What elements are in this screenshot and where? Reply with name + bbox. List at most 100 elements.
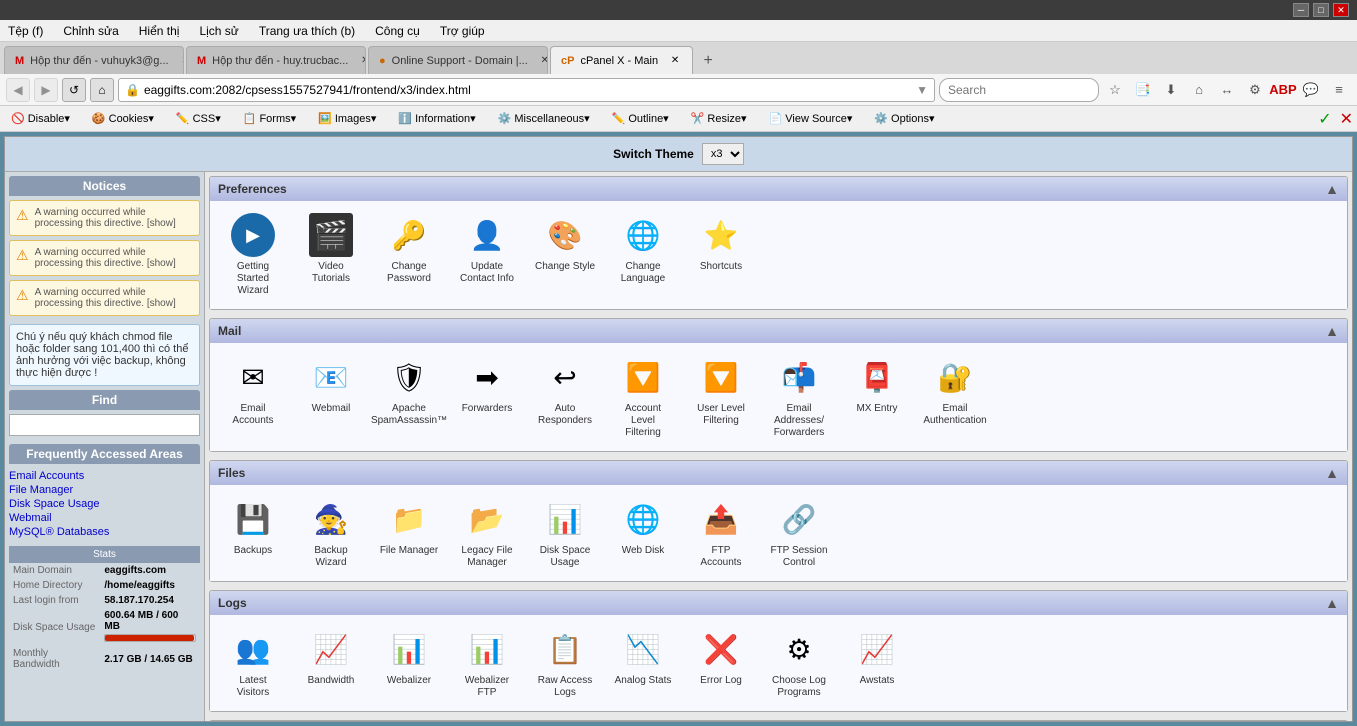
tab-gmail-2[interactable]: M Hộp thư đến - huy.trucbac... ✕ bbox=[186, 46, 366, 74]
menu-file[interactable]: Tệp (f) bbox=[4, 22, 47, 40]
extensions-icon[interactable]: ABP bbox=[1271, 78, 1295, 102]
item-change-language[interactable]: 🌐 Change Language bbox=[608, 209, 678, 301]
item-legacy-file-manager[interactable]: 📂 Legacy File Manager bbox=[452, 493, 522, 573]
tab-gmail-2-close[interactable]: ✕ bbox=[358, 54, 366, 68]
item-mx-entry[interactable]: 📮 MX Entry bbox=[842, 351, 912, 443]
logs-header[interactable]: Logs ▲ bbox=[210, 591, 1347, 615]
item-raw-access[interactable]: 📋 Raw Access Logs bbox=[530, 623, 600, 703]
item-email-accounts[interactable]: ✉ Email Accounts bbox=[218, 351, 288, 443]
theme-select[interactable]: x3 bbox=[702, 143, 744, 165]
dropdown-icon[interactable]: ▼ bbox=[916, 83, 928, 97]
item-forwarders[interactable]: ➡ Forwarders bbox=[452, 351, 522, 443]
home-icon[interactable]: ⌂ bbox=[1187, 78, 1211, 102]
preferences-header[interactable]: Preferences ▲ bbox=[210, 177, 1347, 201]
toolbar-options[interactable]: ⚙️ Options▾ bbox=[867, 109, 941, 128]
item-bandwidth[interactable]: 📈 Bandwidth bbox=[296, 623, 366, 703]
menu-bookmarks[interactable]: Trang ưa thích (b) bbox=[255, 22, 359, 40]
item-backup-wizard[interactable]: 🧙 Backup Wizard bbox=[296, 493, 366, 573]
tab-cpanel-close[interactable]: ✕ bbox=[668, 54, 682, 68]
close-button[interactable]: ✕ bbox=[1333, 3, 1349, 17]
item-error-log[interactable]: ❌ Error Log bbox=[686, 623, 756, 703]
preferences-collapse-icon[interactable]: ▲ bbox=[1325, 181, 1339, 197]
tab-online-support-close[interactable]: ✕ bbox=[538, 54, 548, 68]
item-webalizer[interactable]: 📊 Webalizer bbox=[374, 623, 444, 703]
item-ftp-session[interactable]: 🔗 FTP Session Control bbox=[764, 493, 834, 573]
maximize-button[interactable]: □ bbox=[1313, 3, 1329, 17]
toolbar-misc[interactable]: ⚙️ Miscellaneous▾ bbox=[491, 109, 597, 128]
item-video-tutorials[interactable]: 🎬 Video Tutorials bbox=[296, 209, 366, 301]
options-icon: ⚙️ bbox=[874, 112, 888, 125]
download-icon[interactable]: ⬇ bbox=[1159, 78, 1183, 102]
address-bar[interactable]: 🔒 ▼ bbox=[118, 78, 935, 102]
item-awstats[interactable]: 📈 Awstats bbox=[842, 623, 912, 703]
freq-disk-usage[interactable]: Disk Space Usage bbox=[9, 498, 100, 510]
item-update-contact[interactable]: 👤 Update Contact Info bbox=[452, 209, 522, 301]
logs-collapse-icon[interactable]: ▲ bbox=[1325, 595, 1339, 611]
toolbar-outline[interactable]: ✏️ Outline▾ bbox=[605, 109, 676, 128]
minimize-button[interactable]: ─ bbox=[1293, 3, 1309, 17]
toolbar-view-source[interactable]: 📄 View Source▾ bbox=[762, 109, 860, 128]
tab-online-support[interactable]: ● Online Support - Domain |... ✕ bbox=[368, 46, 548, 74]
menu-view[interactable]: Hiển thị bbox=[135, 22, 184, 40]
star-icon[interactable]: ☆ bbox=[1103, 78, 1127, 102]
item-webmail[interactable]: 📧 Webmail bbox=[296, 351, 366, 443]
files-collapse-icon[interactable]: ▲ bbox=[1325, 465, 1339, 481]
tab-cpanel[interactable]: cP cPanel X - Main ✕ bbox=[550, 46, 693, 74]
mail-collapse-icon[interactable]: ▲ bbox=[1325, 323, 1339, 339]
stats-collapse[interactable]: Stats bbox=[9, 546, 200, 563]
toolbar-css[interactable]: ✏️ CSS▾ bbox=[169, 109, 228, 128]
item-email-auth[interactable]: 🔐 Email Authentication bbox=[920, 351, 990, 443]
chat-icon[interactable]: 💬 bbox=[1299, 78, 1323, 102]
item-file-manager[interactable]: 📁 File Manager bbox=[374, 493, 444, 573]
forward-button[interactable]: ▶ bbox=[34, 78, 58, 102]
tab-gmail-1-close[interactable]: ✕ bbox=[179, 54, 184, 68]
item-shortcuts[interactable]: ⭐ Shortcuts bbox=[686, 209, 756, 301]
item-auto-responders[interactable]: ↩ Auto Responders bbox=[530, 351, 600, 443]
freq-file-manager[interactable]: File Manager bbox=[9, 484, 73, 496]
find-input[interactable] bbox=[9, 414, 200, 436]
new-tab-button[interactable]: + bbox=[695, 48, 721, 74]
item-email-addresses[interactable]: 📬 Email Addresses/ Forwarders bbox=[764, 351, 834, 443]
item-getting-started[interactable]: ▶ Getting Started Wizard bbox=[218, 209, 288, 301]
toolbar-resize[interactable]: ✂️ Resize▾ bbox=[684, 109, 754, 128]
search-input[interactable] bbox=[939, 78, 1099, 102]
mail-header[interactable]: Mail ▲ bbox=[210, 319, 1347, 343]
menu-history[interactable]: Lịch sử bbox=[195, 22, 242, 40]
item-choose-log[interactable]: ⚙ Choose Log Programs bbox=[764, 623, 834, 703]
files-header[interactable]: Files ▲ bbox=[210, 461, 1347, 485]
reload-button[interactable]: ↺ bbox=[62, 78, 86, 102]
item-spam-assassin[interactable]: 🛡 Apache SpamAssassin™ bbox=[374, 351, 444, 443]
item-change-style[interactable]: 🎨 Change Style bbox=[530, 209, 600, 301]
item-web-disk[interactable]: 🌐 Web Disk bbox=[608, 493, 678, 573]
item-webalizer-ftp[interactable]: 📊 Webalizer FTP bbox=[452, 623, 522, 703]
menu-icon[interactable]: ≡ bbox=[1327, 78, 1351, 102]
tools-icon[interactable]: ⚙ bbox=[1243, 78, 1267, 102]
item-ftp-accounts[interactable]: 📤 FTP Accounts bbox=[686, 493, 756, 573]
item-account-filtering[interactable]: 🔽 Account Level Filtering bbox=[608, 351, 678, 443]
menu-edit[interactable]: Chỉnh sửa bbox=[59, 22, 122, 40]
toolbar-information[interactable]: ℹ️ Information▾ bbox=[391, 109, 482, 128]
toolbar-images[interactable]: 🖼️ Images▾ bbox=[311, 109, 383, 128]
back-button[interactable]: ◀ bbox=[6, 78, 30, 102]
auto-responders-icon: ↩ bbox=[543, 355, 587, 399]
tab-gmail-1[interactable]: M Hộp thư đến - vuhuyk3@g... ✕ bbox=[4, 46, 184, 74]
toolbar-cookies[interactable]: 🍪 Cookies▾ bbox=[85, 109, 161, 128]
security-header[interactable]: Security ▲ bbox=[210, 721, 1347, 722]
freq-mysql[interactable]: MySQL® Databases bbox=[9, 526, 109, 538]
menu-help[interactable]: Trợ giúp bbox=[436, 22, 489, 40]
freq-email-accounts[interactable]: Email Accounts bbox=[9, 470, 84, 482]
toolbar-disable[interactable]: 🚫 Disable▾ bbox=[4, 109, 77, 128]
item-analog-stats[interactable]: 📉 Analog Stats bbox=[608, 623, 678, 703]
sync-icon[interactable]: ↔ bbox=[1215, 78, 1239, 102]
bookmark-list-icon[interactable]: 📑 bbox=[1131, 78, 1155, 102]
item-backups[interactable]: 💾 Backups bbox=[218, 493, 288, 573]
home-button[interactable]: ⌂ bbox=[90, 78, 114, 102]
toolbar-forms[interactable]: 📋 Forms▾ bbox=[236, 109, 303, 128]
address-input[interactable] bbox=[144, 83, 916, 97]
freq-webmail[interactable]: Webmail bbox=[9, 512, 52, 524]
item-latest-visitors[interactable]: 👥 Latest Visitors bbox=[218, 623, 288, 703]
item-disk-usage[interactable]: 📊 Disk Space Usage bbox=[530, 493, 600, 573]
menu-tools[interactable]: Công cụ bbox=[371, 22, 424, 40]
item-change-password[interactable]: 🔑 Change Password bbox=[374, 209, 444, 301]
item-user-filtering[interactable]: 🔽 User Level Filtering bbox=[686, 351, 756, 443]
